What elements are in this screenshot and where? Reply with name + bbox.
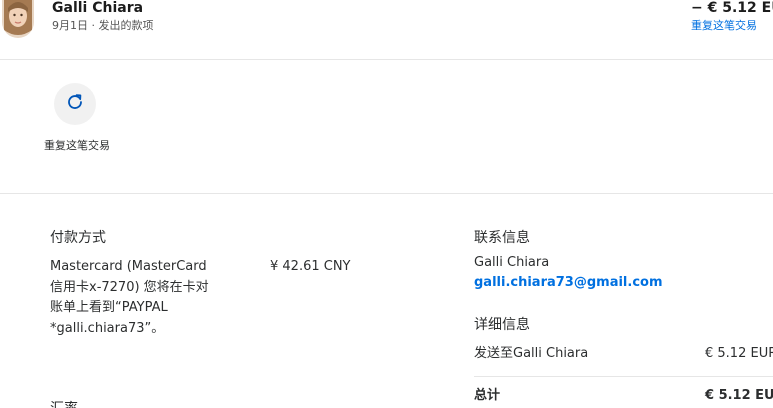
repeat-transaction-link[interactable]: 重复这笔交易 — [691, 19, 757, 33]
contact-name: Galli Chiara — [474, 255, 550, 270]
repeat-transaction-label: 重复这笔交易 — [44, 139, 110, 152]
contact-info-title: 联系信息 — [474, 230, 530, 246]
transaction-date-type: 9月1日 · 发出的款项 — [52, 19, 154, 32]
sent-to-amount: € 5.12 EUR — [705, 346, 773, 361]
transaction-header: Galli Chiara 9月1日 · 发出的款项 − € 5.12 EUR 重… — [0, 0, 773, 60]
transaction-amount: − € 5.12 EUR — [691, 0, 773, 16]
sent-to-label: 发送至Galli Chiara — [474, 346, 589, 361]
avatar — [2, 0, 34, 38]
details-title: 详细信息 — [474, 317, 530, 333]
total-label: 总计 — [474, 388, 501, 403]
contact-email-link[interactable]: galli.chiara73@gmail.com — [474, 273, 663, 293]
repeat-transaction-button[interactable] — [54, 83, 96, 125]
payment-method-title: 付款方式 — [50, 230, 106, 246]
card-description: Mastercard (MasterCard信用卡x-7270) 您将在卡对账单… — [50, 259, 209, 336]
refresh-icon — [66, 93, 84, 115]
details-divider — [474, 376, 773, 377]
payment-amount-cny: ¥ 42.61 CNY — [270, 259, 351, 274]
exchange-rate-title: 汇率 — [50, 400, 78, 408]
action-bar: 重复这笔交易 — [0, 60, 773, 194]
counterparty-name: Galli Chiara — [52, 0, 144, 16]
total-amount: € 5.12 EUR — [705, 388, 773, 403]
